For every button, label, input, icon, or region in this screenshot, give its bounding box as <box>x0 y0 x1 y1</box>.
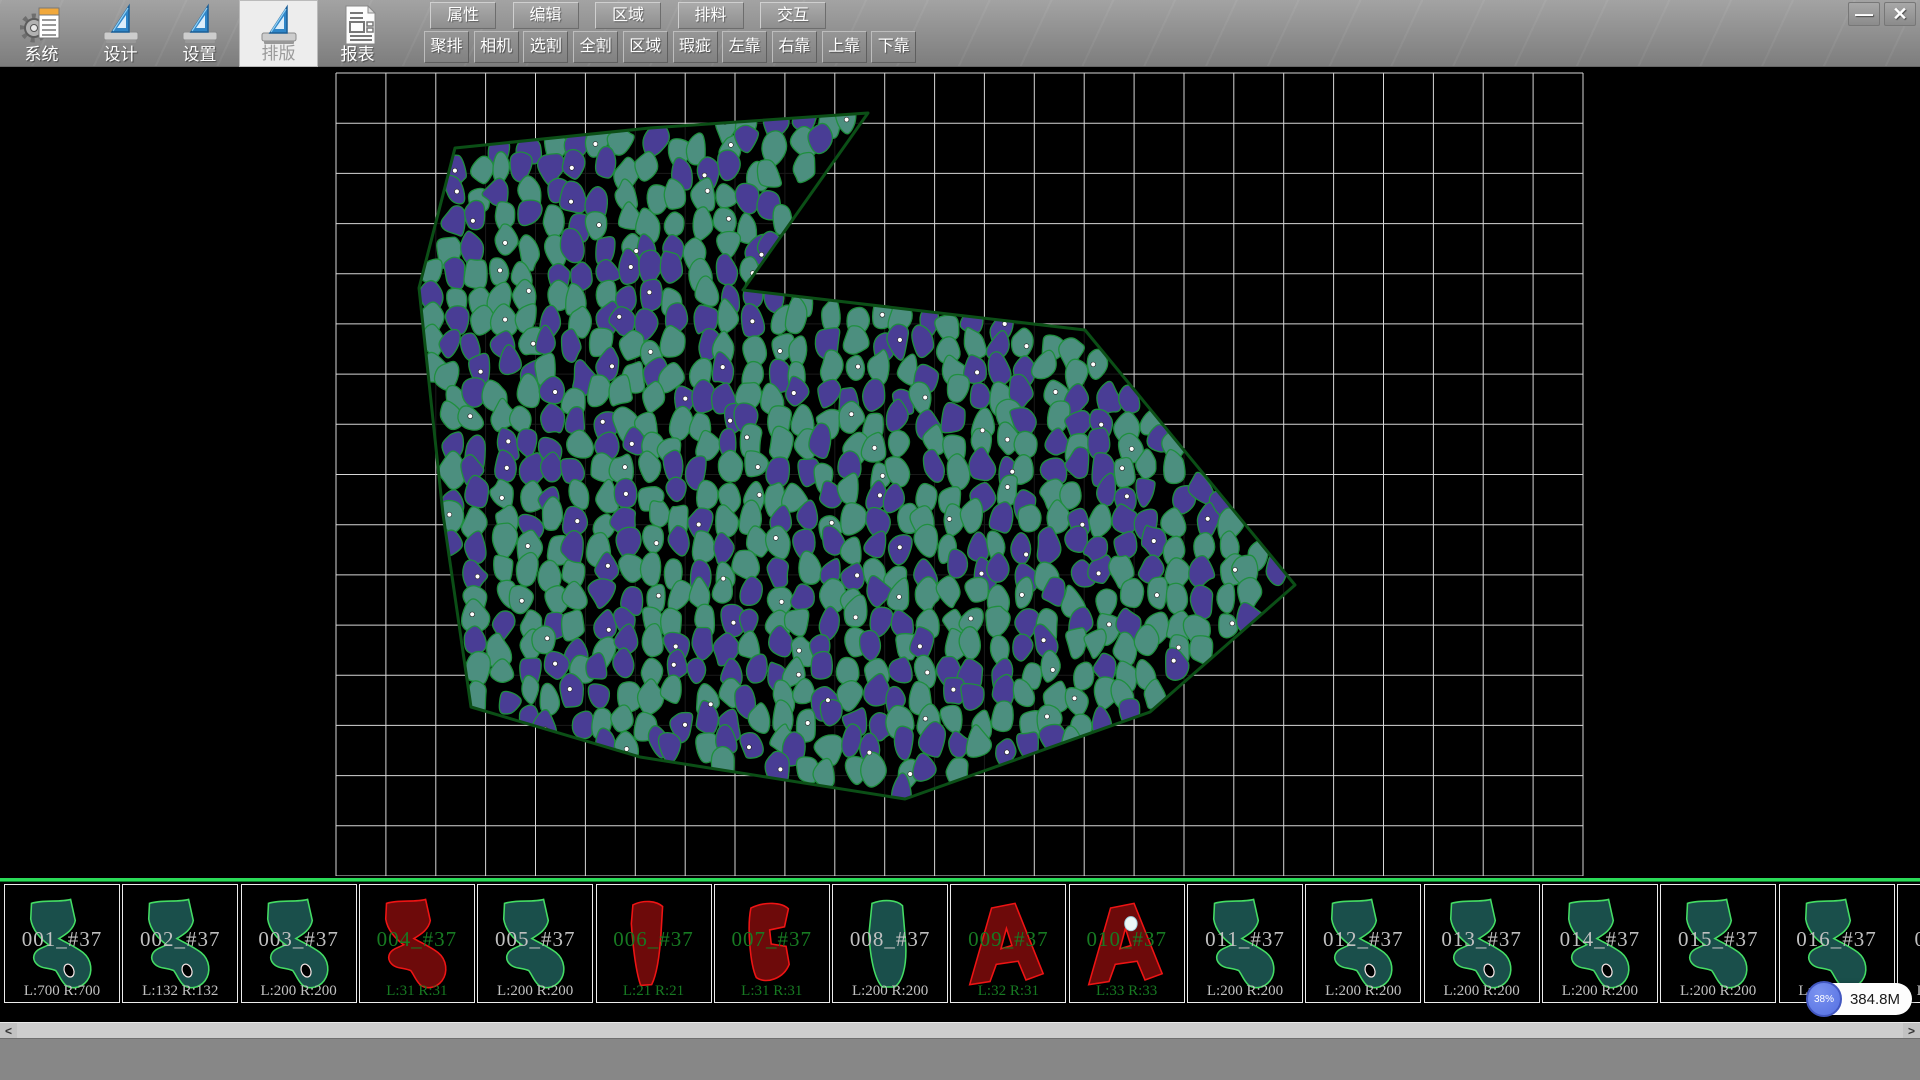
main-button-label: 系统 <box>2 40 81 65</box>
leather-hide[interactable] <box>418 103 1295 810</box>
piece-lr-count: L:200 R:200 <box>478 983 592 1000</box>
piece-lr-count: L:33 R:33 <box>1070 983 1184 1000</box>
scroll-right-arrow[interactable]: > <box>1903 1023 1920 1039</box>
progress-circle: 38% <box>1806 981 1842 1017</box>
piece-label: 015_#37 <box>1661 927 1775 952</box>
thumbnail-piece-008[interactable]: 008_#37 L:200 R:200 <box>832 884 948 1003</box>
thumbnail-strip: 001_#37 L:700 R:700 002_#37 L:132 R:132 … <box>0 876 1920 1022</box>
menu-tab-3[interactable]: 区域 <box>595 2 661 29</box>
piece-label: 016_#37 <box>1780 927 1894 952</box>
tool-button-7[interactable]: 左靠 <box>722 31 767 63</box>
piece-lr-count: L:200 R:200 <box>833 983 947 1000</box>
piece-label: 010_#37 <box>1070 927 1184 952</box>
tool-button-5[interactable]: 区域 <box>623 31 668 63</box>
thumbnail-piece-015[interactable]: 015_#37 L:200 R:200 <box>1660 884 1776 1003</box>
thumbnail-piece-011[interactable]: 011_#37 L:200 R:200 <box>1187 884 1303 1003</box>
main-button-5[interactable]: 报表 <box>318 0 397 67</box>
piece-lr-count: L:200 R:200 <box>242 983 356 1000</box>
thumbnail-piece-001[interactable]: 001_#37 L:700 R:700 <box>4 884 120 1003</box>
main-button-label: 报表 <box>318 40 397 65</box>
piece-lr-count: L:200 R:200 <box>1661 983 1775 1000</box>
main-button-label: 排版 <box>240 39 317 64</box>
menu-tab-1[interactable]: 属性 <box>430 2 496 29</box>
tool-button-6[interactable]: 瑕疵 <box>673 31 718 63</box>
thumbnail-piece-010[interactable]: 010_#37 L:33 R:33 <box>1069 884 1185 1003</box>
thumbnail-piece-013[interactable]: 013_#37 L:200 R:200 <box>1424 884 1540 1003</box>
thumbnail-piece-004[interactable]: 004_#37 L:31 R:31 <box>359 884 475 1003</box>
horizontal-scrollbar[interactable]: < > <box>0 1022 1920 1038</box>
piece-label: 006_#37 <box>597 927 711 952</box>
menu-tab-5[interactable]: 交互 <box>760 2 826 29</box>
piece-lr-count: L:31 R:31 <box>360 983 474 1000</box>
close-button[interactable]: ✕ <box>1884 2 1916 26</box>
piece-label: 003_#37 <box>242 927 356 952</box>
piece-label: 017_#37 <box>1898 927 1920 952</box>
thumbnail-piece-007[interactable]: 007_#37 L:31 R:31 <box>714 884 830 1003</box>
thumbnail-piece-014[interactable]: 014_#37 L:200 R:200 <box>1542 884 1658 1003</box>
app-window: 系统 设计 设置 排版 <box>0 0 1920 1080</box>
main-button-1[interactable]: 系统 <box>2 0 81 67</box>
menu-tab-4[interactable]: 排料 <box>678 2 744 29</box>
minimize-button[interactable]: — <box>1848 2 1880 26</box>
tool-button-8[interactable]: 右靠 <box>772 31 817 63</box>
piece-label: 004_#37 <box>360 927 474 952</box>
tool-button-10[interactable]: 下靠 <box>871 31 916 63</box>
main-button-3[interactable]: 设置 <box>160 0 239 67</box>
status-bar <box>0 1038 1920 1080</box>
piece-label: 014_#37 <box>1543 927 1657 952</box>
piece-lr-count: L:200 R:200 <box>1543 983 1657 1000</box>
piece-label: 011_#37 <box>1188 927 1302 952</box>
tool-button-1[interactable]: 聚排 <box>424 31 469 63</box>
piece-lr-count: L:200 R:200 <box>1306 983 1420 1000</box>
tool-button-3[interactable]: 选割 <box>523 31 568 63</box>
piece-label: 012_#37 <box>1306 927 1420 952</box>
main-button-4[interactable]: 排版 <box>239 0 318 67</box>
piece-label: 005_#37 <box>478 927 592 952</box>
strip-separator <box>0 878 1920 881</box>
main-button-label: 设置 <box>160 40 239 65</box>
piece-lr-count: L:21 R:21 <box>597 983 711 1000</box>
main-button-label: 设计 <box>81 40 160 65</box>
thumbnail-piece-005[interactable]: 005_#37 L:200 R:200 <box>477 884 593 1003</box>
tool-button-2[interactable]: 相机 <box>474 31 519 63</box>
piece-label: 007_#37 <box>715 927 829 952</box>
piece-lr-count: L:200 R:200 <box>1188 983 1302 1000</box>
thumbnail-piece-002[interactable]: 002_#37 L:132 R:132 <box>122 884 238 1003</box>
piece-lr-count: L:700 R:700 <box>5 983 119 1000</box>
piece-lr-count: L:32 R:31 <box>951 983 1065 1000</box>
thumbnail-piece-003[interactable]: 003_#37 L:200 R:200 <box>241 884 357 1003</box>
piece-label: 009_#37 <box>951 927 1065 952</box>
piece-label: 002_#37 <box>123 927 237 952</box>
thumbnail-piece-009[interactable]: 009_#37 L:32 R:31 <box>950 884 1066 1003</box>
toolbar: 系统 设计 设置 排版 <box>0 0 1920 67</box>
piece-lr-count: L:31 R:31 <box>715 983 829 1000</box>
window-controls: — ✕ <box>1848 2 1916 26</box>
tool-button-4[interactable]: 全割 <box>573 31 618 63</box>
nesting-canvas[interactable] <box>0 67 1920 876</box>
memory-badge: 384.8M 38% <box>1806 982 1912 1016</box>
piece-label: 001_#37 <box>5 927 119 952</box>
piece-lr-count: L:200 R:200 <box>1425 983 1539 1000</box>
scroll-left-arrow[interactable]: < <box>0 1023 17 1039</box>
piece-label: 013_#37 <box>1425 927 1539 952</box>
thumbnail-piece-006[interactable]: 006_#37 L:21 R:21 <box>596 884 712 1003</box>
piece-lr-count: L:132 R:132 <box>123 983 237 1000</box>
menu-tab-2[interactable]: 编辑 <box>513 2 579 29</box>
main-button-2[interactable]: 设计 <box>81 0 160 67</box>
piece-label: 008_#37 <box>833 927 947 952</box>
tool-button-9[interactable]: 上靠 <box>822 31 867 63</box>
thumbnail-piece-012[interactable]: 012_#37 L:200 R:200 <box>1305 884 1421 1003</box>
